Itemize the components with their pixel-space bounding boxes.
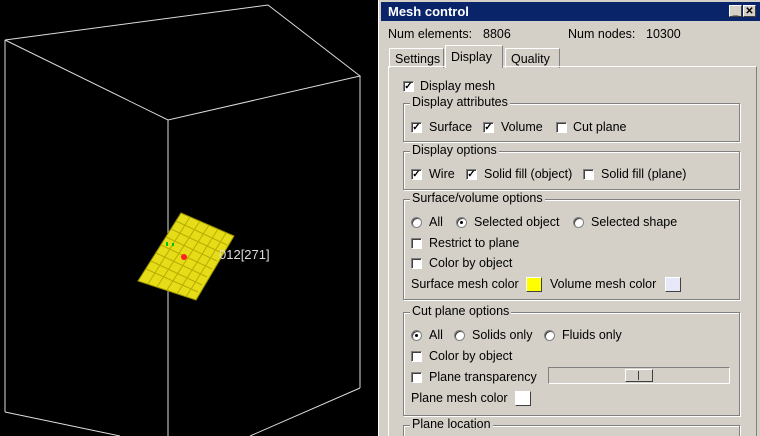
sv-color-by-object-checkbox[interactable] xyxy=(411,258,422,269)
surface-mesh-color-label: Surface mesh color xyxy=(411,277,519,291)
plane-location-group: Plane location xyxy=(403,417,740,436)
viewport-canvas[interactable] xyxy=(0,0,378,436)
3d-viewport[interactable]: 012[271] xyxy=(0,0,378,436)
tab-settings[interactable]: Settings xyxy=(389,48,444,68)
wire-checkbox[interactable]: ✓ xyxy=(411,169,422,180)
volume-checkbox[interactable]: ✓ xyxy=(483,122,494,133)
plane-mesh-color-swatch[interactable] xyxy=(515,391,531,406)
title-bar[interactable]: Mesh control _ ✕ xyxy=(381,2,760,21)
num-nodes-value: 10300 xyxy=(646,27,681,41)
num-elements-label: Num elements: xyxy=(388,27,473,41)
cp-all-radio[interactable] xyxy=(411,330,422,341)
plane-transparency-slider[interactable] xyxy=(548,367,730,384)
solids-only-radio[interactable] xyxy=(454,330,465,341)
restrict-to-plane-checkbox[interactable] xyxy=(411,238,422,249)
volume-mesh-color-swatch[interactable] xyxy=(665,277,681,292)
sv-all-label: All xyxy=(429,215,443,229)
sv-color-by-object-label: Color by object xyxy=(429,256,513,270)
solids-only-label: Solids only xyxy=(472,328,533,342)
tab-display[interactable]: Display xyxy=(445,45,503,68)
cp-color-by-object-label: Color by object xyxy=(429,349,513,363)
display-mesh-label: Display mesh xyxy=(420,79,496,93)
fluids-only-radio[interactable] xyxy=(544,330,555,341)
sv-all-radio[interactable] xyxy=(411,217,422,228)
surface-checkbox[interactable]: ✓ xyxy=(411,122,422,133)
display-attributes-title: Display attributes xyxy=(410,95,510,109)
restrict-to-plane-label: Restrict to plane xyxy=(429,236,520,250)
volume-label: Volume xyxy=(501,120,543,134)
wire-label: Wire xyxy=(429,167,455,181)
close-button[interactable]: ✕ xyxy=(743,5,756,17)
selected-shape-radio[interactable] xyxy=(573,217,584,228)
selected-object-label: Selected object xyxy=(474,215,560,229)
solid-fill-object-label: Solid fill (object) xyxy=(484,167,573,181)
solid-fill-plane-checkbox[interactable] xyxy=(583,169,594,180)
cp-color-by-object-checkbox[interactable] xyxy=(411,351,422,362)
surface-volume-options-title: Surface/volume options xyxy=(410,191,545,205)
minimize-button[interactable]: _ xyxy=(729,5,742,17)
mesh-control-panel: Mesh control _ ✕ Num elements: 8806 Num … xyxy=(381,0,760,436)
cut-plane-options-title: Cut plane options xyxy=(410,304,512,318)
origin-marker xyxy=(181,254,187,260)
plane-transparency-label: Plane transparency xyxy=(429,370,537,384)
mesh-label: 012[271] xyxy=(219,247,270,262)
plane-location-title: Plane location xyxy=(410,417,493,431)
fluids-only-label: Fluids only xyxy=(562,328,622,342)
window-title: Mesh control xyxy=(388,4,469,19)
surface-mesh-color-swatch[interactable] xyxy=(526,277,542,292)
display-options-title: Display options xyxy=(410,143,499,157)
num-nodes-label: Num nodes: xyxy=(568,27,636,41)
plane-mesh-color-label: Plane mesh color xyxy=(411,391,508,405)
solid-fill-object-checkbox[interactable]: ✓ xyxy=(466,169,477,180)
num-elements-value: 8806 xyxy=(483,27,511,41)
cut-plane-label: Cut plane xyxy=(573,120,627,134)
solid-fill-plane-label: Solid fill (plane) xyxy=(601,167,687,181)
selected-object-radio[interactable] xyxy=(456,217,467,228)
cp-all-label: All xyxy=(429,328,443,342)
tab-quality[interactable]: Quality xyxy=(505,48,560,68)
display-mesh-checkbox[interactable]: ✓ xyxy=(403,81,414,92)
cut-plane-checkbox[interactable] xyxy=(556,122,567,133)
slider-thumb[interactable] xyxy=(625,369,653,382)
volume-mesh-color-label: Volume mesh color xyxy=(550,277,657,291)
plane-transparency-checkbox[interactable] xyxy=(411,372,422,383)
surface-label: Surface xyxy=(429,120,473,134)
selected-shape-label: Selected shape xyxy=(591,215,678,229)
